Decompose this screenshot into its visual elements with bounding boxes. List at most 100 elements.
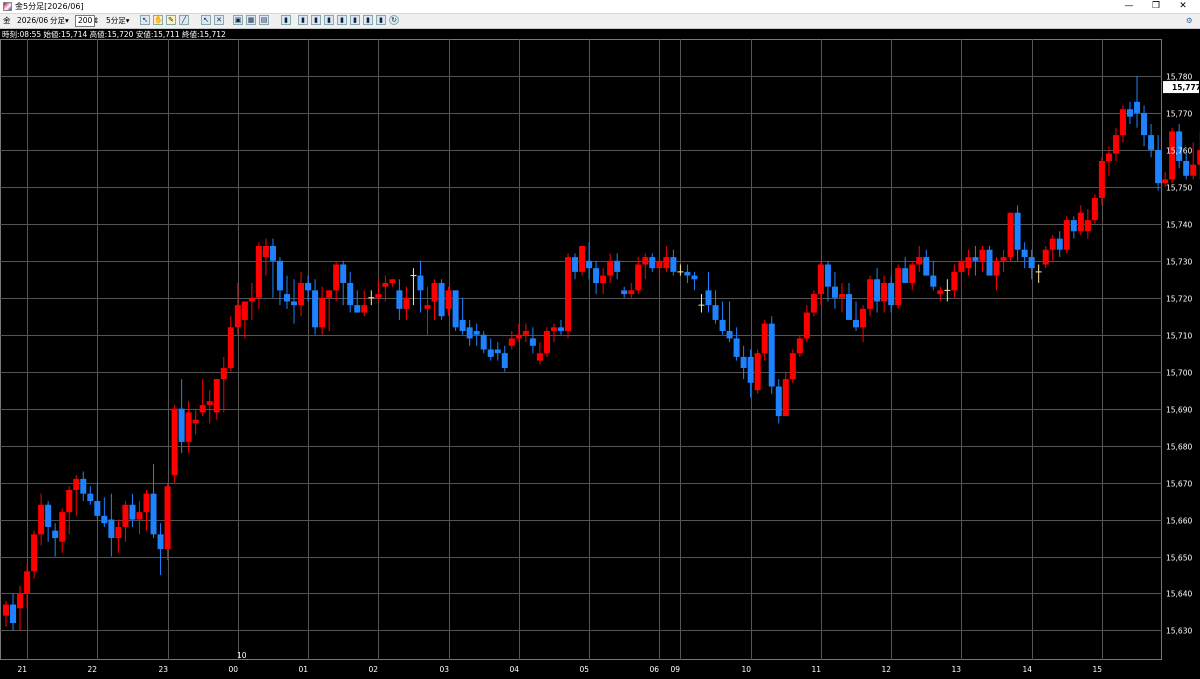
candle[interactable] bbox=[396, 279, 402, 320]
candle[interactable] bbox=[874, 268, 880, 312]
hand-icon[interactable]: ✋ bbox=[153, 15, 163, 25]
candle[interactable] bbox=[439, 279, 445, 320]
candle[interactable] bbox=[1001, 250, 1007, 272]
candle[interactable] bbox=[853, 301, 859, 331]
candle[interactable] bbox=[558, 320, 564, 335]
candle[interactable] bbox=[432, 279, 438, 320]
candle[interactable] bbox=[1127, 102, 1133, 124]
bar-chart-icon[interactable]: ▮ bbox=[363, 15, 373, 25]
close-button[interactable]: ✕ bbox=[1170, 0, 1196, 13]
candle[interactable] bbox=[1036, 264, 1042, 282]
candle[interactable] bbox=[319, 287, 325, 335]
candle[interactable] bbox=[1043, 246, 1049, 268]
candle[interactable] bbox=[200, 379, 206, 416]
candle[interactable] bbox=[207, 390, 213, 423]
candle[interactable] bbox=[523, 324, 529, 342]
candle[interactable] bbox=[453, 290, 459, 331]
candle[interactable] bbox=[73, 475, 79, 516]
trendline-icon[interactable]: ╱ bbox=[179, 15, 189, 25]
candle[interactable] bbox=[382, 276, 388, 302]
candle[interactable] bbox=[249, 283, 255, 320]
candle[interactable] bbox=[987, 246, 993, 276]
candle[interactable] bbox=[888, 276, 894, 313]
bar-chart-icon[interactable]: ▮ bbox=[337, 15, 347, 25]
candle[interactable] bbox=[235, 283, 241, 335]
candle[interactable] bbox=[776, 379, 782, 423]
candle[interactable] bbox=[670, 250, 676, 276]
candle[interactable] bbox=[846, 283, 852, 320]
candle[interactable] bbox=[417, 261, 423, 313]
candle[interactable] bbox=[537, 342, 543, 364]
candle[interactable] bbox=[221, 357, 227, 412]
candle[interactable] bbox=[1078, 205, 1084, 235]
candle[interactable] bbox=[52, 523, 58, 556]
candle[interactable] bbox=[263, 239, 269, 276]
candle[interactable] bbox=[347, 272, 353, 313]
candle[interactable] bbox=[684, 264, 690, 282]
candle[interactable] bbox=[94, 483, 100, 520]
candle[interactable] bbox=[1099, 157, 1105, 205]
candle[interactable] bbox=[277, 257, 283, 305]
candle[interactable] bbox=[909, 261, 915, 291]
candle[interactable] bbox=[509, 331, 515, 349]
candle[interactable] bbox=[59, 508, 65, 552]
contract-month[interactable]: 2026/06 bbox=[17, 15, 48, 27]
candle[interactable] bbox=[45, 501, 51, 542]
candle[interactable] bbox=[1050, 235, 1056, 261]
candle[interactable] bbox=[979, 246, 985, 272]
candle[interactable] bbox=[607, 253, 613, 283]
candle[interactable] bbox=[242, 301, 248, 338]
candle[interactable] bbox=[706, 272, 712, 313]
cross-icon[interactable]: ✕ bbox=[214, 15, 224, 25]
candle[interactable] bbox=[495, 342, 501, 360]
candle[interactable] bbox=[410, 268, 416, 305]
settings-icon[interactable]: ⚙ bbox=[1186, 15, 1193, 27]
candle[interactable] bbox=[930, 261, 936, 291]
candle[interactable] bbox=[783, 372, 789, 416]
restore-button[interactable]: ❐ bbox=[1143, 0, 1169, 13]
candle[interactable] bbox=[649, 253, 655, 271]
bars-count-input[interactable]: 200 bbox=[75, 15, 95, 27]
candle[interactable] bbox=[734, 327, 740, 360]
candle[interactable] bbox=[544, 327, 550, 357]
candle[interactable] bbox=[333, 261, 339, 302]
candle[interactable] bbox=[122, 501, 128, 542]
candle[interactable] bbox=[1029, 250, 1035, 280]
bar-chart-icon[interactable]: ▮ bbox=[376, 15, 386, 25]
candle[interactable] bbox=[1155, 135, 1161, 190]
candle[interactable] bbox=[108, 494, 114, 557]
candle[interactable] bbox=[698, 294, 704, 312]
candle[interactable] bbox=[1134, 76, 1140, 128]
candle[interactable] bbox=[361, 290, 367, 316]
candle[interactable] bbox=[677, 264, 683, 275]
pointer-icon[interactable]: ↖ bbox=[140, 15, 150, 25]
candle[interactable] bbox=[368, 290, 374, 305]
candle[interactable] bbox=[804, 305, 810, 342]
candle[interactable] bbox=[811, 290, 817, 316]
candle[interactable] bbox=[741, 346, 747, 379]
candle[interactable] bbox=[3, 601, 9, 627]
candle[interactable] bbox=[691, 272, 697, 290]
candle[interactable] bbox=[17, 586, 23, 630]
candle[interactable] bbox=[832, 272, 838, 309]
candle[interactable] bbox=[579, 246, 585, 276]
candle[interactable] bbox=[642, 253, 648, 279]
candle[interactable] bbox=[446, 287, 452, 317]
candle[interactable] bbox=[1148, 124, 1154, 157]
timeframe-select[interactable]: 分足▾ bbox=[50, 15, 69, 27]
candle[interactable] bbox=[663, 246, 669, 272]
candle[interactable] bbox=[614, 253, 620, 279]
candle[interactable] bbox=[66, 486, 72, 534]
symbol-label[interactable]: 金 bbox=[3, 15, 11, 27]
candle[interactable] bbox=[1064, 216, 1070, 253]
candle[interactable] bbox=[797, 335, 803, 357]
candle[interactable] bbox=[593, 261, 599, 294]
candle[interactable] bbox=[1071, 216, 1077, 238]
candle[interactable] bbox=[172, 405, 178, 483]
candle[interactable] bbox=[10, 593, 16, 630]
candle[interactable] bbox=[179, 379, 185, 453]
candle[interactable] bbox=[1183, 154, 1189, 180]
candle[interactable] bbox=[551, 324, 557, 342]
candle[interactable] bbox=[488, 338, 494, 360]
candle[interactable] bbox=[165, 483, 171, 561]
